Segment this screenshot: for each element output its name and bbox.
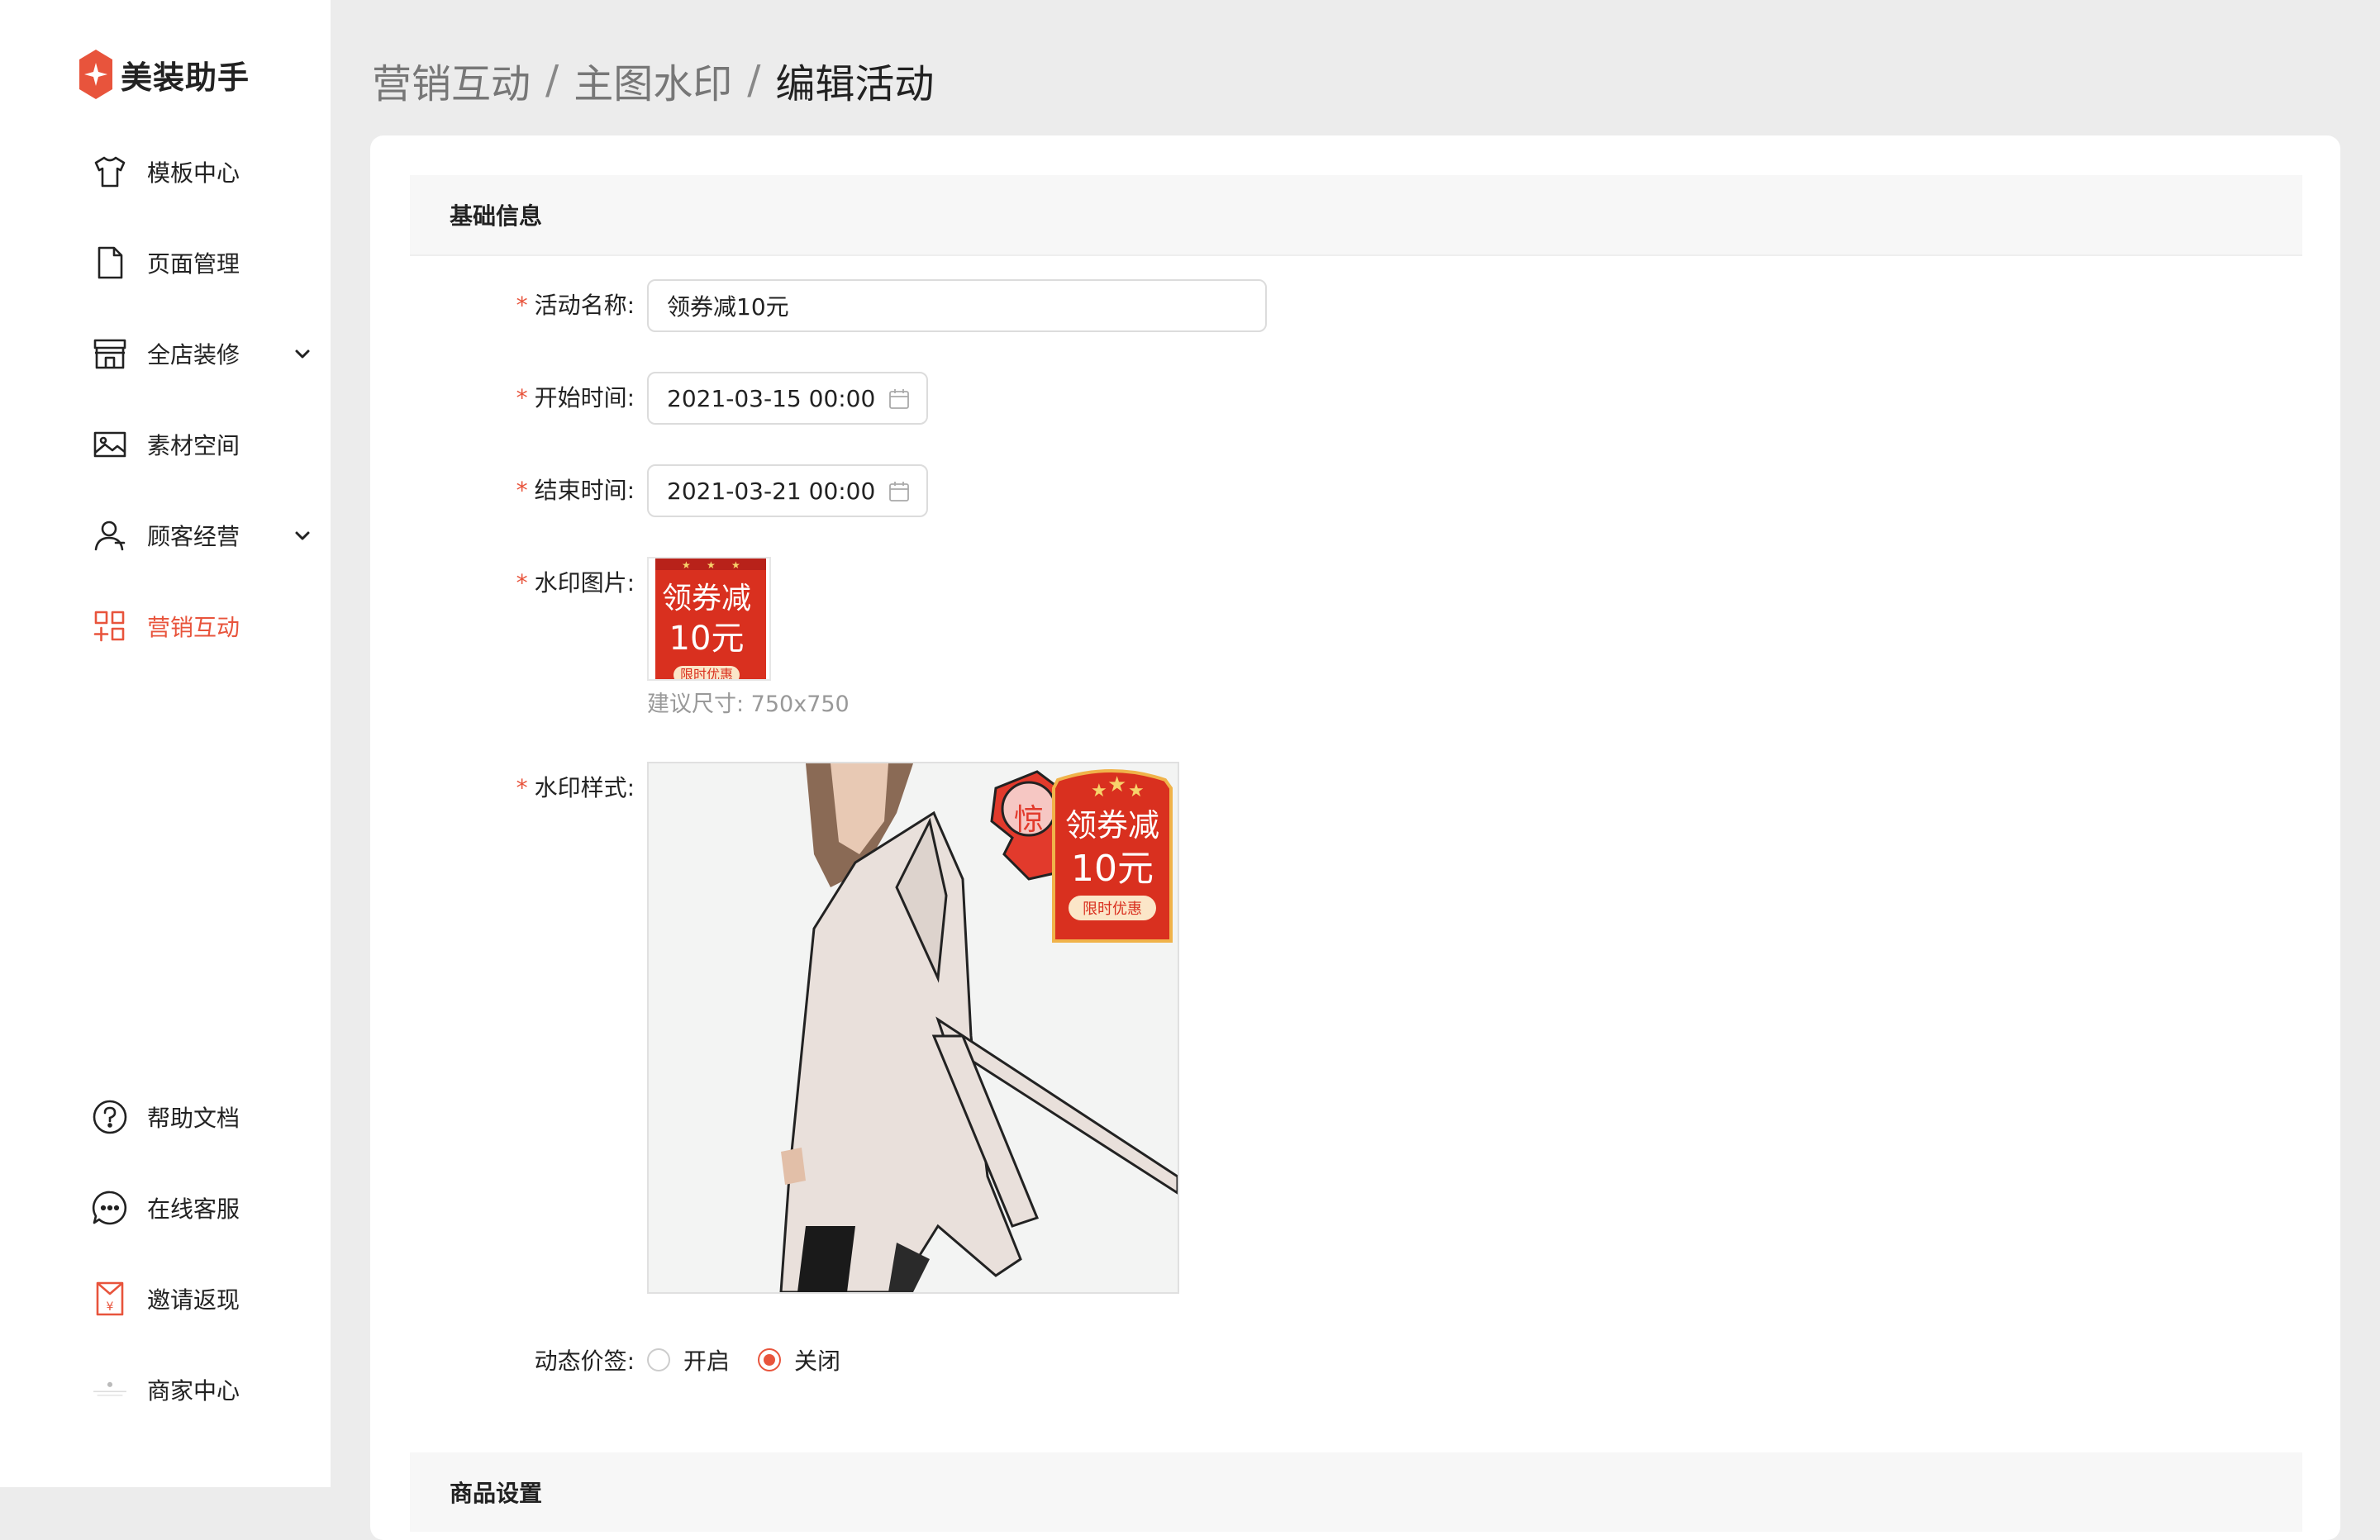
svg-text:限时优惠: 限时优惠 (680, 667, 733, 681)
section-title: 商品设置 (450, 1480, 543, 1507)
radio-on-label[interactable]: 开启 (683, 1343, 730, 1376)
required-mark: * (516, 384, 528, 411)
section-basic-info: 基础信息 (410, 175, 2302, 256)
red-envelope-icon: ¥ (91, 1280, 129, 1318)
watermark-image-label: * 水印图片: (516, 569, 635, 597)
svg-text:★: ★ (682, 559, 691, 571)
sidebar-item-label: 素材空间 (147, 432, 240, 459)
sidebar-item-label: 营销互动 (147, 614, 240, 641)
coupon-badge-thumbnail: ★ ★ ★ 领券减 10元 限时优惠 (655, 558, 766, 681)
required-mark: * (516, 569, 528, 597)
sidebar-item-help[interactable]: 帮助文档 (91, 1092, 314, 1142)
sidebar-item-label: 页面管理 (147, 250, 240, 278)
svg-text:¥: ¥ (107, 1300, 114, 1314)
svg-text:★: ★ (1091, 781, 1107, 801)
svg-text:★: ★ (731, 559, 740, 571)
breadcrumb: 营销互动 / 主图水印 / 编辑活动 (372, 51, 934, 109)
svg-text:领券减: 领券减 (662, 582, 751, 616)
start-time-picker[interactable]: 2021-03-15 00:00 (647, 372, 928, 425)
sidebar: 美装助手 模板中心 页面管理 全店装修 素材空间 顾客经营 营销互动 帮助文档 … (0, 0, 331, 1487)
chevron-down-icon[interactable] (291, 342, 314, 365)
watermark-style-label: * 水印样式: (516, 774, 635, 801)
user-icon (91, 516, 129, 554)
activity-name-value: 领券减10元 (667, 293, 789, 321)
start-time-label: * 开始时间: (516, 384, 635, 411)
dynamic-price-radio-group: 开启 关闭 (647, 1343, 869, 1376)
breadcrumb-separator: / (545, 57, 559, 103)
grid-plus-icon (91, 607, 129, 645)
activity-name-label: * 活动名称: (516, 292, 635, 319)
svg-text:10元: 10元 (1071, 848, 1154, 890)
radio-on[interactable] (647, 1348, 670, 1371)
sidebar-item-label: 在线客服 (147, 1195, 240, 1223)
sidebar-item-label: 模板中心 (147, 159, 240, 187)
end-time-label: * 结束时间: (516, 477, 635, 504)
tshirt-icon (91, 153, 129, 191)
svg-text:10元: 10元 (669, 620, 745, 658)
image-icon (91, 425, 129, 463)
breadcrumb-link-marketing[interactable]: 营销互动 (372, 51, 531, 109)
sidebar-item-support[interactable]: 在线客服 (91, 1183, 314, 1233)
sidebar-item-pages[interactable]: 页面管理 (91, 238, 314, 288)
page-title: 编辑活动 (775, 61, 935, 107)
sidebar-item-customers[interactable]: 顾客经营 (91, 511, 314, 560)
svg-text:惊: 惊 (1014, 803, 1044, 837)
sidebar-item-referral[interactable]: ¥ 邀请返现 (91, 1274, 314, 1324)
document-icon (91, 244, 129, 282)
sidebar-item-label: 邀请返现 (147, 1286, 240, 1314)
breadcrumb-separator: / (747, 57, 761, 103)
svg-text:★: ★ (1128, 781, 1145, 801)
chat-bubble-icon (91, 1189, 129, 1227)
dynamic-price-label: 动态价签: (534, 1348, 635, 1375)
sidebar-item-label: 帮助文档 (147, 1105, 240, 1132)
sidebar-item-label: 顾客经营 (147, 523, 240, 550)
edit-activity-card: 基础信息 * 活动名称: 领券减10元 * 开始时间: 2021-03-15 00:… (370, 135, 2340, 1540)
breadcrumb-link-watermark[interactable]: 主图水印 (574, 51, 732, 109)
sidebar-item-label: 商家中心 (147, 1377, 240, 1405)
svg-text:★: ★ (1107, 772, 1126, 797)
merchant-avatar-icon (91, 1371, 129, 1409)
svg-text:领券减: 领券减 (1065, 807, 1159, 844)
sidebar-item-marketing[interactable]: 营销互动 (91, 601, 314, 651)
activity-name-input[interactable]: 领券减10元 (647, 279, 1267, 332)
storefront-icon (91, 335, 129, 373)
svg-text:★: ★ (707, 559, 716, 571)
sidebar-item-store-decoration[interactable]: 全店装修 (91, 329, 314, 378)
sidebar-item-label: 全店装修 (147, 341, 240, 368)
sidebar-item-assets[interactable]: 素材空间 (91, 420, 314, 469)
radio-off-label[interactable]: 关闭 (794, 1343, 840, 1376)
section-title: 基础信息 (450, 202, 543, 230)
calendar-icon[interactable] (888, 481, 910, 502)
help-circle-icon (91, 1098, 129, 1136)
watermark-size-hint: 建议尺寸: 750x750 (647, 692, 850, 717)
brand-logo-icon (79, 50, 112, 99)
radio-off[interactable] (758, 1348, 782, 1371)
product-photo-preview: 惊 ★ ★ ★ 领券减 10元 限时优惠 (649, 763, 1178, 1292)
watermark-style-preview[interactable]: 惊 ★ ★ ★ 领券减 10元 限时优惠 (647, 762, 1179, 1294)
watermark-image-upload[interactable]: ★ ★ ★ 领券减 10元 限时优惠 (647, 557, 771, 681)
brand[interactable]: 美装助手 (78, 48, 250, 101)
section-product-settings: 商品设置 (410, 1452, 2302, 1532)
sidebar-item-merchant[interactable]: 商家中心 (91, 1365, 314, 1414)
calendar-icon[interactable] (888, 388, 910, 410)
brand-name: 美装助手 (121, 59, 250, 96)
end-time-picker[interactable]: 2021-03-21 00:00 (647, 464, 928, 517)
svg-text:限时优惠: 限时优惠 (1083, 901, 1142, 918)
start-time-value: 2021-03-15 00:00 (667, 384, 876, 412)
sidebar-item-templates[interactable]: 模板中心 (91, 147, 314, 197)
required-mark: * (516, 477, 528, 504)
end-time-value: 2021-03-21 00:00 (667, 477, 876, 505)
chevron-down-icon[interactable] (291, 524, 314, 547)
required-mark: * (516, 292, 528, 319)
required-mark: * (516, 774, 528, 801)
